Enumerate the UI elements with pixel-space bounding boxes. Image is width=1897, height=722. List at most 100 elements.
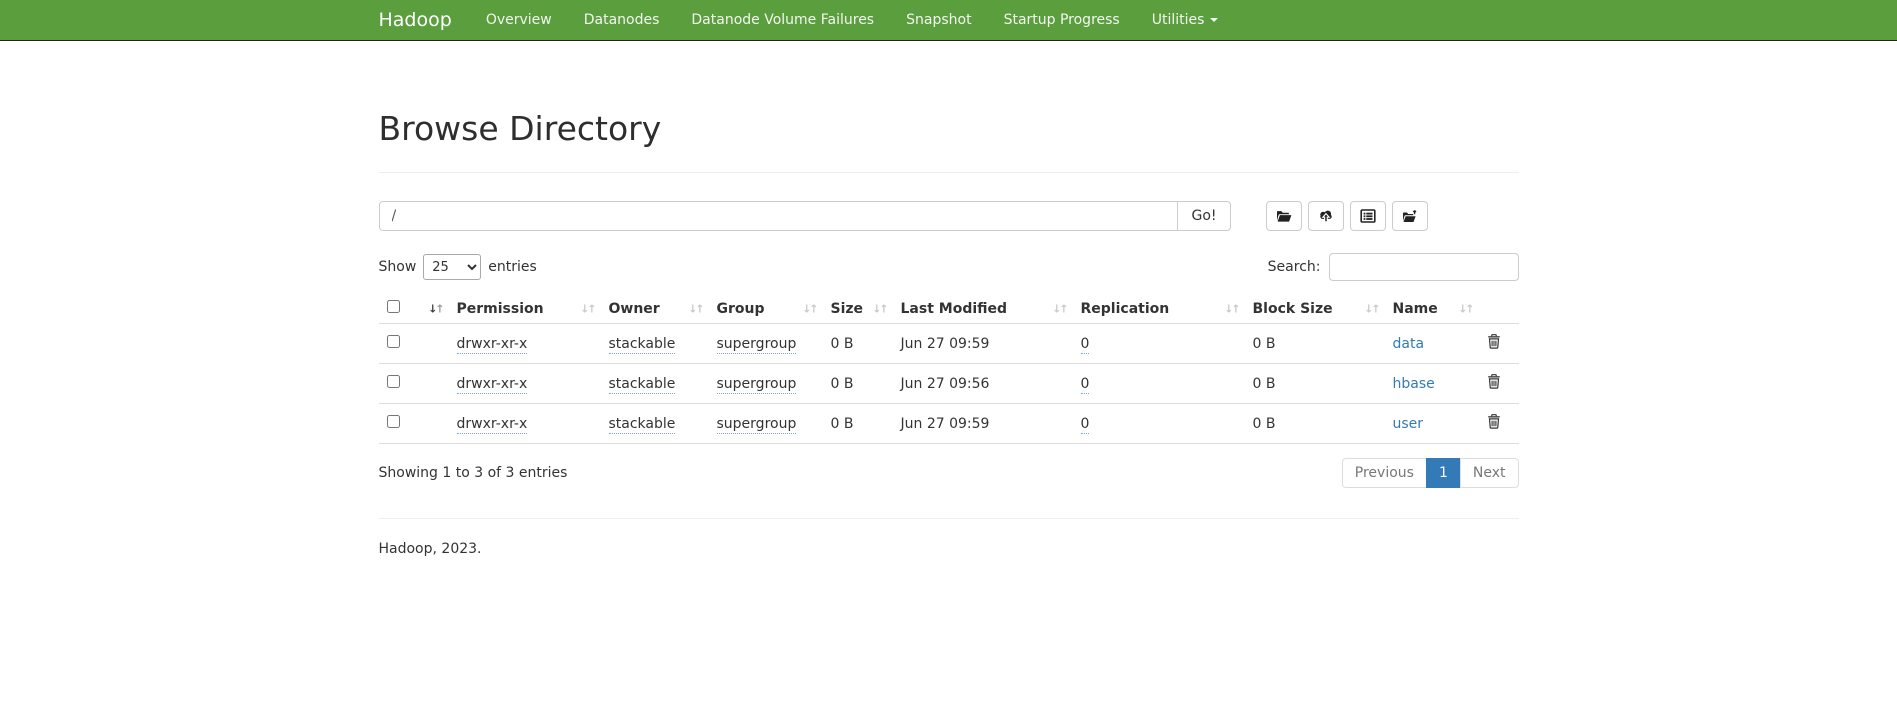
cell-name: data [1385, 324, 1479, 364]
cloud-upload-icon [1318, 209, 1334, 223]
cell-group: supergroup [709, 364, 823, 404]
list-view-button[interactable] [1350, 201, 1386, 231]
cell-permission: drwxr-xr-x [449, 404, 601, 444]
upload-files-button[interactable] [1308, 201, 1344, 231]
create-directory-button[interactable] [1266, 201, 1302, 231]
cell-owner: stackable [601, 364, 709, 404]
go-button[interactable]: Go! [1177, 201, 1230, 231]
cell-block-size: 0 B [1245, 324, 1385, 364]
delete-button[interactable] [1487, 414, 1501, 429]
entries-label: entries [488, 259, 537, 275]
nav-item-overview[interactable]: Overview [470, 0, 568, 40]
cell-name: user [1385, 404, 1479, 444]
sort-icon[interactable] [1364, 303, 1378, 314]
trash-icon [1487, 337, 1501, 352]
search-input[interactable] [1329, 253, 1519, 281]
search-label: Search: [1268, 259, 1321, 275]
cell-name: hbase [1385, 364, 1479, 404]
cell-group: supergroup [709, 324, 823, 364]
column-header-owner[interactable]: Owner [601, 294, 709, 324]
sort-icon[interactable] [872, 303, 886, 314]
table-header-row: Permission Owner Group Size Last Modifie… [379, 294, 1519, 324]
table-row: drwxr-xr-x stackable supergroup 0 B Jun … [379, 404, 1519, 444]
pagination-next[interactable]: Next [1461, 458, 1519, 488]
select-all-checkbox[interactable] [387, 300, 400, 313]
brand-hadoop[interactable]: Hadoop [379, 9, 452, 31]
page-title: Browse Directory [379, 111, 1519, 147]
column-header-last-modified[interactable]: Last Modified [893, 294, 1073, 324]
header-divider [379, 172, 1519, 173]
nav-item-datanodes[interactable]: Datanodes [568, 0, 676, 40]
cell-last-modified: Jun 27 09:59 [893, 404, 1073, 444]
cell-replication: 0 [1073, 404, 1245, 444]
directory-link[interactable]: data [1393, 336, 1425, 352]
folder-open-icon [1276, 209, 1292, 223]
cell-replication: 0 [1073, 324, 1245, 364]
cell-block-size: 0 B [1245, 364, 1385, 404]
cell-owner: stackable [601, 324, 709, 364]
column-header-replication[interactable]: Replication [1073, 294, 1245, 324]
sort-icon[interactable] [1224, 303, 1238, 314]
cell-last-modified: Jun 27 09:56 [893, 364, 1073, 404]
directory-link[interactable]: hbase [1393, 376, 1435, 392]
pagination-page-1[interactable]: 1 [1427, 458, 1461, 488]
nav-item-startup-progress[interactable]: Startup Progress [988, 0, 1136, 40]
delete-button[interactable] [1487, 374, 1501, 389]
sort-icon[interactable] [1458, 303, 1472, 314]
cell-size: 0 B [823, 404, 893, 444]
entries-info: Showing 1 to 3 of 3 entries [379, 456, 568, 490]
directory-action-buttons [1266, 201, 1434, 231]
delete-button[interactable] [1487, 334, 1501, 349]
pagination: Previous 1 Next [1342, 458, 1519, 488]
sort-icon[interactable] [802, 303, 816, 314]
caret-down-icon [1210, 18, 1218, 22]
nav-item-snapshot[interactable]: Snapshot [890, 0, 987, 40]
row-checkbox[interactable] [387, 335, 400, 348]
column-header-select-all[interactable] [379, 294, 449, 324]
show-label: Show [379, 259, 417, 275]
column-header-size[interactable]: Size [823, 294, 893, 324]
footer-divider [379, 518, 1519, 519]
list-alt-icon [1360, 209, 1376, 223]
cell-replication: 0 [1073, 364, 1245, 404]
column-header-block-size[interactable]: Block Size [1245, 294, 1385, 324]
cell-actions [1479, 324, 1519, 364]
folder-move-icon [1402, 209, 1418, 223]
nav-item-datanode-volume-failures[interactable]: Datanode Volume Failures [675, 0, 890, 40]
cell-last-modified: Jun 27 09:59 [893, 324, 1073, 364]
table-row: drwxr-xr-x stackable supergroup 0 B Jun … [379, 324, 1519, 364]
cell-select [379, 404, 449, 444]
cell-select [379, 364, 449, 404]
sort-icon[interactable] [580, 303, 594, 314]
row-checkbox[interactable] [387, 415, 400, 428]
cell-actions [1479, 364, 1519, 404]
path-input[interactable] [379, 201, 1179, 231]
table-footer: Showing 1 to 3 of 3 entries Previous 1 N… [379, 456, 1519, 490]
path-input-group: Go! [379, 201, 1231, 231]
top-navbar: Hadoop Overview Datanodes Datanode Volum… [0, 0, 1897, 41]
table-row: drwxr-xr-x stackable supergroup 0 B Jun … [379, 364, 1519, 404]
cell-group: supergroup [709, 404, 823, 444]
footer-text: Hadoop, 2023. [379, 541, 1519, 617]
pagination-previous[interactable]: Previous [1342, 458, 1427, 488]
sort-icon[interactable] [688, 303, 702, 314]
trash-icon [1487, 417, 1501, 432]
column-header-permission[interactable]: Permission [449, 294, 601, 324]
column-header-group[interactable]: Group [709, 294, 823, 324]
search-control: Search: [1268, 253, 1519, 281]
cell-block-size: 0 B [1245, 404, 1385, 444]
cell-actions [1479, 404, 1519, 444]
column-header-actions [1479, 294, 1519, 324]
cell-permission: drwxr-xr-x [449, 364, 601, 404]
sort-icon[interactable] [1052, 303, 1066, 314]
row-checkbox[interactable] [387, 375, 400, 388]
trash-icon [1487, 377, 1501, 392]
nav-item-utilities[interactable]: Utilities [1136, 0, 1235, 40]
sort-icon[interactable] [428, 303, 442, 314]
page-size-select[interactable]: 25 [423, 254, 481, 280]
cell-owner: stackable [601, 404, 709, 444]
cut-and-paste-button[interactable] [1392, 201, 1428, 231]
column-header-name[interactable]: Name [1385, 294, 1479, 324]
cell-size: 0 B [823, 364, 893, 404]
directory-link[interactable]: user [1393, 416, 1424, 432]
